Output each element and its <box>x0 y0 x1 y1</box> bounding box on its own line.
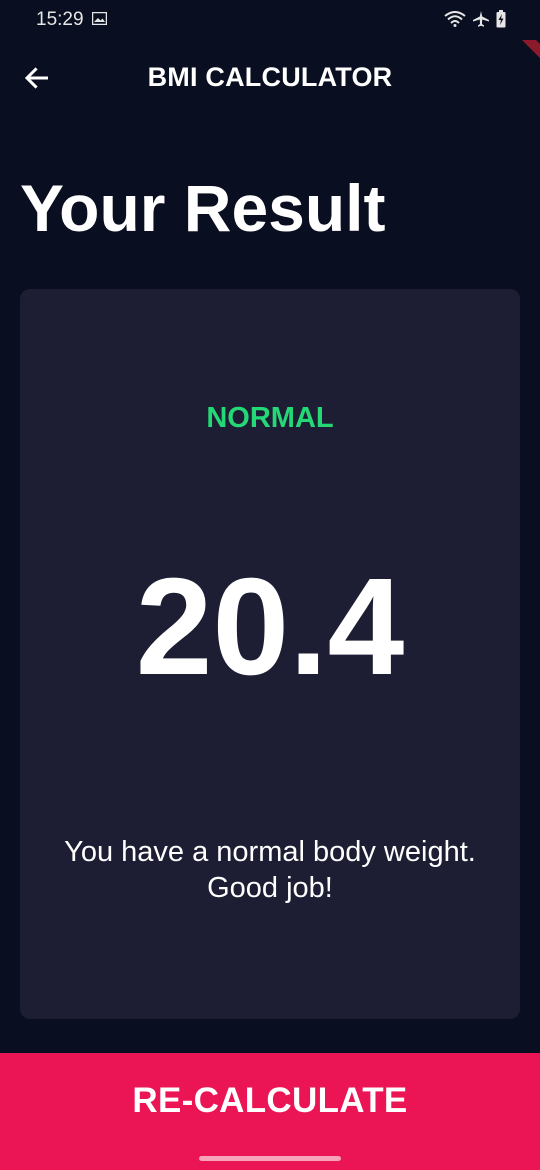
gallery-icon <box>91 11 108 26</box>
result-card: NORMAL 20.4 You have a normal body weigh… <box>20 289 520 1019</box>
page-title: Your Result <box>20 171 386 245</box>
recalculate-label: RE-CALCULATE <box>132 1081 408 1120</box>
recalculate-button[interactable]: RE-CALCULATE <box>0 1053 540 1170</box>
bmi-status-label: NORMAL <box>206 402 334 434</box>
home-indicator[interactable] <box>199 1156 341 1161</box>
bmi-interpretation: You have a normal body weight. Good job! <box>20 834 520 906</box>
interpretation-line-2: Good job! <box>207 872 333 904</box>
status-time: 15:29 <box>36 9 84 30</box>
status-bar: 15:29 <box>0 0 540 40</box>
app-bar: BMI CALCULATOR <box>0 40 540 116</box>
bmi-value: 20.4 <box>135 550 405 704</box>
app-title: BMI CALCULATOR <box>147 62 393 92</box>
battery-charging-icon <box>496 10 506 28</box>
airplane-icon <box>472 10 490 28</box>
wifi-icon <box>444 11 466 27</box>
interpretation-line-1: You have a normal body weight. <box>64 836 476 868</box>
status-icons <box>444 10 506 28</box>
